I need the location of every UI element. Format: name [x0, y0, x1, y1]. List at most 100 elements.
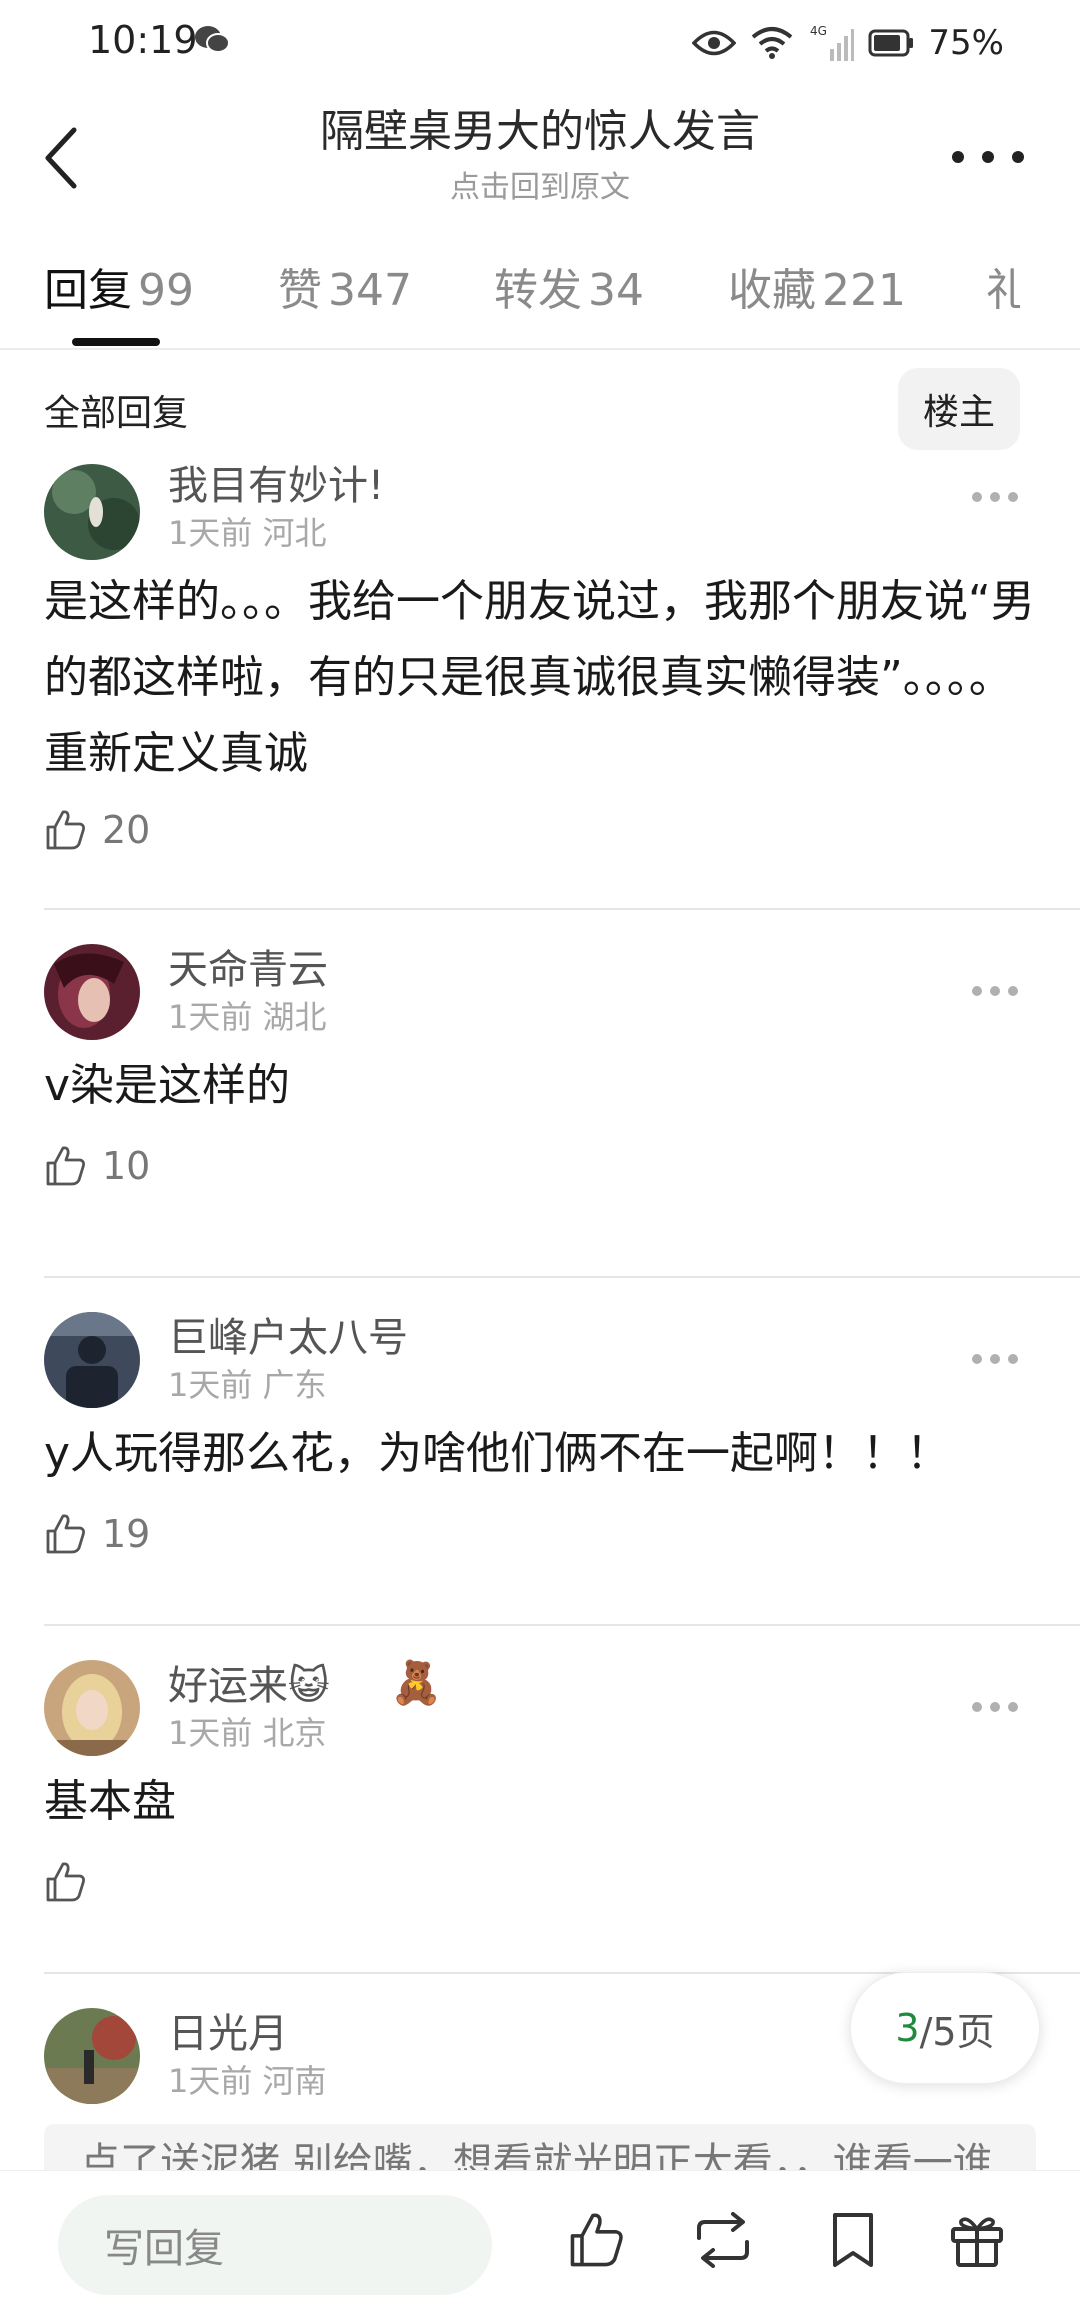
username[interactable]: 巨峰户太八号 [168, 1312, 408, 1364]
back-to-original-link[interactable]: 点击回到原文 [200, 168, 880, 208]
bookmark-icon [833, 2213, 873, 2267]
reply-input[interactable]: 写回复 [58, 2195, 492, 2295]
comment-meta: 1天前 广东 [168, 1364, 327, 1406]
title-block[interactable]: 隔壁桌男大的惊人发言 点击回到原文 [200, 102, 880, 208]
comment-meta: 1天前 湖北 [168, 996, 327, 1038]
more-dot [1008, 986, 1018, 996]
like-post-button[interactable] [562, 2205, 632, 2275]
comment-more-button[interactable] [972, 1354, 1018, 1366]
owner-only-button[interactable]: 楼主 [898, 368, 1020, 450]
filter-row: 全部回复 楼主 [0, 352, 1080, 452]
like-count: 19 [102, 1512, 151, 1556]
tab-count: 347 [328, 265, 412, 316]
avatar[interactable] [44, 1660, 140, 1756]
wifi-icon [752, 27, 793, 59]
gift-button[interactable] [942, 2205, 1012, 2275]
thumbs-up-icon [46, 1146, 85, 1186]
avatar[interactable] [44, 1312, 140, 1408]
comment-location: 北京 [262, 1714, 327, 1752]
comment-time: 1天前 [168, 514, 253, 552]
tab-count: 221 [822, 265, 906, 316]
tab-favorites[interactable]: 收藏 221 [728, 254, 906, 318]
username[interactable]: 天命青云 [168, 944, 328, 996]
all-replies-label[interactable]: 全部回复 [44, 384, 188, 436]
more-dot [952, 151, 964, 163]
tab-reposts[interactable]: 转发 34 [494, 254, 644, 318]
like-icon [570, 2213, 623, 2267]
comment-meta: 1天前 北京 [168, 1712, 327, 1754]
more-dot [972, 492, 982, 502]
comment-divider [44, 1624, 1080, 1626]
avatar[interactable] [44, 944, 140, 1040]
more-dot [990, 1702, 1000, 1712]
comment-more-button[interactable] [972, 492, 1018, 504]
like-button[interactable]: 20 [44, 808, 150, 852]
tab-label: 礼 [986, 265, 1020, 316]
post-title[interactable]: 隔壁桌男大的惊人发言 [200, 102, 880, 162]
repost-button[interactable] [688, 2205, 758, 2275]
comment-text: v染是这样的 [44, 1060, 291, 1111]
header: 隔壁桌男大的惊人发言 点击回到原文 [0, 84, 1080, 234]
comment-text: 基本盘 [44, 1776, 176, 1827]
battery-icon [868, 29, 914, 57]
more-dot [1008, 1354, 1018, 1364]
comment-divider [44, 1276, 1080, 1278]
wechat-icon [195, 26, 230, 53]
more-options-button[interactable] [952, 142, 1024, 172]
status-bar: 10:19 4G 75% [0, 0, 1080, 84]
more-dot [972, 1702, 982, 1712]
tab-replies[interactable]: 回复 99 [44, 254, 194, 318]
comment-text: 是这样的。。。我给一个朋友说过，我那个朋友说“男的都这样啦，有的只是很真诚很真实… [44, 576, 1035, 779]
username[interactable]: 好运来😺 [168, 1660, 330, 1712]
network-label: 4G [810, 24, 827, 38]
comment-location: 河南 [262, 2062, 327, 2100]
battery-percent: 75% [928, 23, 1004, 63]
more-dot [1008, 492, 1018, 502]
tab-label: 回复 [44, 265, 132, 316]
more-dot [990, 492, 1000, 502]
comment-location: 河北 [262, 514, 327, 552]
tab-likes[interactable]: 赞 347 [278, 254, 412, 318]
avatar[interactable] [44, 464, 140, 560]
back-arrow-icon[interactable] [38, 118, 88, 198]
comment-item: 巨峰户太八号 1天前 广东 y人玩得那么花，为啥他们俩不在一起啊！！！ 19 [0, 1312, 1080, 1612]
comment-item: 好运来😺 🧸 1天前 北京 基本盘 [0, 1658, 1080, 1960]
comment-time: 1天前 [168, 2062, 253, 2100]
username[interactable]: 日光月 [168, 2008, 288, 2060]
repost-icon [697, 2212, 749, 2268]
eye-icon [692, 30, 737, 56]
comment-more-button[interactable] [972, 986, 1018, 998]
status-time: 10:19 [88, 18, 198, 62]
tab-gifts[interactable]: 礼 [986, 254, 1020, 318]
more-dot [990, 986, 1000, 996]
avatar[interactable] [44, 2008, 140, 2104]
like-button[interactable]: 19 [44, 1512, 150, 1556]
like-button[interactable] [44, 1860, 102, 1904]
more-dot [990, 1354, 1000, 1364]
page-indicator[interactable]: 3/5页 [850, 1972, 1040, 2084]
thumbs-up-icon [46, 810, 85, 850]
tab-bar: 回复 99 赞 347 转发 34 收藏 221 礼 [0, 234, 1080, 350]
comment-time: 1天前 [168, 998, 253, 1036]
like-count: 20 [102, 808, 151, 852]
comment-detail-screen: 10:19 4G 75% 隔壁桌男大的惊人发言 点击回到原文 回复 99 赞 3… [0, 0, 1080, 2312]
status-icons: 4G 75% [692, 18, 1004, 68]
tab-label: 赞 [278, 265, 322, 316]
username[interactable]: 我目有妙计! [168, 460, 384, 512]
more-dot [1012, 151, 1024, 163]
bookmark-button[interactable] [818, 2205, 888, 2275]
more-dot [1008, 1702, 1018, 1712]
comment-location: 广东 [262, 1366, 327, 1404]
gift-icon [951, 2217, 1003, 2267]
comment-item: 我目有妙计! 1天前 河北 是这样的。。。我给一个朋友说过，我那个朋友说“男的都… [0, 452, 1080, 910]
comment-meta: 1天前 河南 [168, 2060, 327, 2102]
current-page: 3 [895, 2006, 920, 2050]
comment-meta: 1天前 河北 [168, 512, 327, 554]
total-pages: /5页 [919, 2009, 995, 2054]
comment-more-button[interactable] [972, 1702, 1018, 1714]
like-button[interactable]: 10 [44, 1144, 150, 1188]
tab-count: 34 [588, 265, 644, 316]
comment-divider [44, 908, 1080, 910]
tab-label: 收藏 [728, 265, 816, 316]
like-count: 10 [102, 1144, 151, 1188]
